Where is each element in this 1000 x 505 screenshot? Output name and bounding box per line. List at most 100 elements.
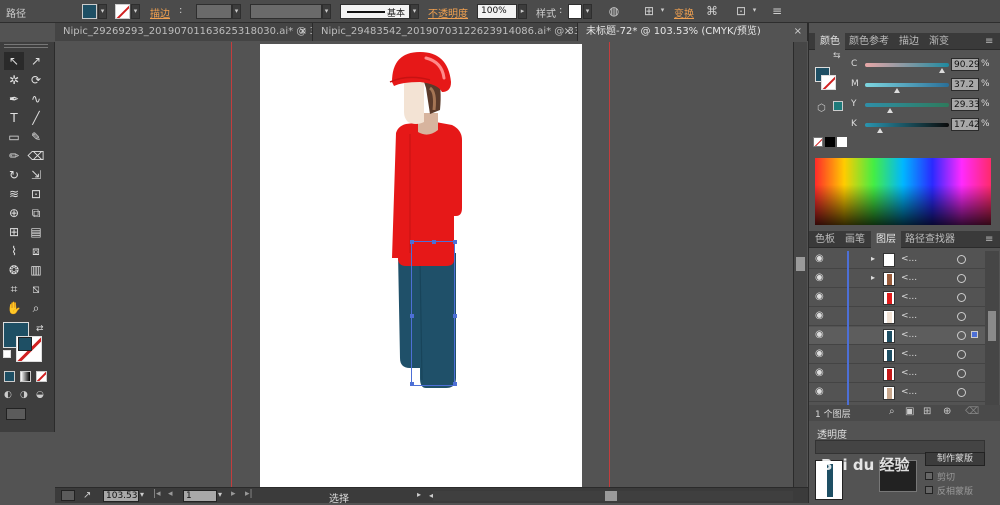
anchor-point[interactable] — [410, 314, 414, 318]
layer-name[interactable]: <... — [901, 254, 917, 264]
locate-object-icon[interactable]: ⌕ — [889, 406, 895, 417]
color-panel-stroke-swatch[interactable] — [821, 75, 836, 90]
visibility-eye-icon[interactable]: ◉ — [815, 254, 827, 264]
tab-brushes[interactable]: 画笔 — [845, 231, 865, 248]
warp-tool-icon[interactable]: ≋ — [4, 185, 24, 203]
target-circle-icon[interactable] — [957, 331, 966, 340]
gradient-tool-icon[interactable]: ▤ — [26, 223, 46, 241]
horizontal-scrollbar[interactable]: ◂ — [429, 491, 793, 501]
artboard-number-input[interactable]: 1 — [183, 490, 217, 502]
layer-row[interactable]: ◉ ▸ <... — [809, 251, 985, 269]
tab-swatches[interactable]: 色板 — [815, 231, 835, 248]
lasso-tool-icon[interactable]: ⟳ — [26, 71, 46, 89]
transform-label[interactable]: 变换 — [674, 5, 694, 20]
magic-wand-tool-icon[interactable]: ✲ — [4, 71, 24, 89]
stroke-label[interactable]: 描边 — [150, 5, 170, 20]
layer-row[interactable]: ◉ <... — [809, 327, 985, 345]
layers-scroll-thumb[interactable] — [988, 311, 996, 341]
draw-inside-icon[interactable]: ◒ — [36, 390, 50, 400]
visibility-eye-icon[interactable]: ◉ — [815, 330, 827, 340]
anchor-point[interactable] — [453, 382, 457, 386]
tab-color[interactable]: 颜色 — [815, 33, 845, 50]
opacity-dropdown[interactable]: ▸ — [518, 4, 527, 19]
color-panel-menu-icon[interactable]: ≡ — [985, 33, 993, 50]
channel-value-input[interactable]: 37.2 — [951, 78, 979, 91]
artboard-tool-icon[interactable]: ⌗ — [4, 280, 24, 298]
tab-document-active-close-icon[interactable]: × — [794, 23, 802, 41]
arrange-dropdown[interactable]: ▾ — [750, 4, 759, 19]
black-swatch[interactable] — [825, 137, 835, 147]
layer-name[interactable]: <... — [901, 292, 917, 302]
tab-color-guide[interactable]: 颜色参考 — [849, 33, 889, 50]
screen-mode-icon[interactable] — [6, 408, 26, 420]
symbol-sprayer-tool-icon[interactable]: ❂ — [4, 261, 24, 279]
layer-name[interactable]: <... — [901, 368, 917, 378]
prev-artboard-icon[interactable]: ◂ — [168, 489, 173, 499]
brush-style-select[interactable]: 基本 — [340, 4, 410, 19]
shape-builder-tool-icon[interactable]: ⊕ — [4, 204, 24, 222]
channel-slider[interactable] — [865, 103, 949, 107]
expand-arrow-icon[interactable]: ▸ — [871, 254, 875, 263]
isolate-icon[interactable]: ⌘ — [703, 3, 721, 20]
target-circle-icon[interactable] — [957, 388, 966, 397]
layers-panel-menu-icon[interactable]: ≡ — [985, 231, 993, 248]
anchor-point[interactable] — [432, 240, 436, 244]
arrange-icon[interactable]: ⊡ — [732, 3, 750, 20]
anchor-point[interactable] — [453, 314, 457, 318]
fill-dropdown[interactable]: ▾ — [98, 4, 107, 19]
tab-document-1-close-icon[interactable]: × — [299, 23, 307, 41]
align-dropdown[interactable]: ▾ — [658, 4, 667, 19]
visibility-eye-icon[interactable]: ◉ — [815, 273, 827, 283]
channel-value-input[interactable]: 29.33 — [951, 98, 980, 111]
color-spectrum[interactable] — [815, 158, 991, 225]
tab-layers[interactable]: 图层 — [871, 231, 901, 248]
in-gamut-swatch[interactable] — [833, 101, 843, 111]
artboard-navigator-icon[interactable] — [61, 490, 75, 501]
channel-value-input[interactable]: 17.42 — [951, 118, 980, 131]
free-transform-tool-icon[interactable]: ⊡ — [26, 185, 46, 203]
opacity-input[interactable]: 100% — [477, 4, 517, 19]
toolbar-grip[interactable] — [4, 44, 48, 48]
out-of-gamut-icon[interactable]: ⬡ — [817, 103, 826, 114]
target-circle-icon[interactable] — [957, 255, 966, 264]
target-circle-icon[interactable] — [957, 274, 966, 283]
last-artboard-icon[interactable]: ▸| — [245, 489, 253, 499]
first-artboard-icon[interactable]: |◂ — [153, 489, 161, 499]
channel-value-input[interactable]: 90.29 — [951, 58, 980, 71]
layer-row[interactable]: ◉ <... — [809, 384, 985, 402]
variable-width-select[interactable] — [250, 4, 322, 19]
layer-name[interactable]: <... — [901, 330, 917, 340]
line-tool-icon[interactable]: ╱ — [26, 109, 46, 127]
anchor-point[interactable] — [453, 240, 457, 244]
stroke-weight-dropdown[interactable]: ▾ — [232, 4, 241, 19]
new-sublayer-icon[interactable]: ⊞ — [923, 406, 931, 417]
selected-art-indicator[interactable] — [971, 331, 978, 338]
stroke-swatch[interactable] — [115, 4, 130, 19]
target-circle-icon[interactable] — [957, 369, 966, 378]
visibility-eye-icon[interactable]: ◉ — [815, 292, 827, 302]
zoom-tool-icon[interactable]: ⌕ — [26, 299, 46, 317]
eraser-tool-icon[interactable]: ⌫ — [26, 147, 46, 165]
swap-icon[interactable]: ⇆ — [833, 51, 841, 61]
layer-row[interactable]: ◉ ▸ <... — [809, 270, 985, 288]
layer-row[interactable]: ◉ <... — [809, 365, 985, 383]
zoom-input[interactable]: 103.53 — [103, 490, 139, 502]
blend-tool-icon[interactable]: ⧈ — [26, 242, 46, 260]
pencil-tool-icon[interactable]: ✏ — [4, 147, 24, 165]
clip-checkbox[interactable] — [925, 472, 933, 480]
default-fill-stroke-icon[interactable] — [3, 350, 11, 358]
layer-name[interactable]: <... — [901, 387, 917, 397]
clipping-mask-icon[interactable]: ▣ — [905, 406, 914, 417]
stroke-weight-input[interactable] — [196, 4, 232, 19]
brush-style-dropdown[interactable]: ▾ — [410, 4, 419, 19]
delete-layer-icon[interactable]: ⌫ — [965, 406, 979, 417]
rotate-tool-icon[interactable]: ↻ — [4, 166, 24, 184]
next-artboard-icon[interactable]: ▸ — [231, 489, 236, 499]
eyedropper-tool-icon[interactable]: ⌇ — [4, 242, 24, 260]
channel-slider[interactable] — [865, 83, 949, 87]
slider-knob[interactable] — [894, 88, 901, 93]
invert-mask-checkbox[interactable] — [925, 486, 933, 494]
channel-slider[interactable] — [865, 123, 949, 127]
scale-tool-icon[interactable]: ⇲ — [26, 166, 46, 184]
hand-tool-icon[interactable]: ✋ — [4, 299, 24, 317]
